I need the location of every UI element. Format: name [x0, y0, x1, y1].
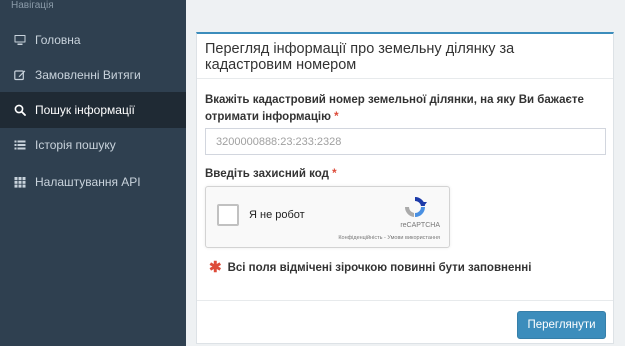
sidebar: Навігація Головна Замовленні Витяги Пошу…: [0, 0, 186, 346]
cadastral-number-label: Вкажіть кадастровий номер земельної діля…: [205, 94, 584, 123]
required-mark: *: [334, 111, 339, 123]
recaptcha-links[interactable]: Конфіденційність - Умови використання: [338, 235, 440, 241]
sidebar-item-label: Пошук інформації: [35, 103, 135, 117]
list-icon: [13, 138, 27, 152]
required-fields-notice: ✱ Всі поля відмічені зірочкою повинні бу…: [209, 259, 532, 276]
sidebar-item-search[interactable]: Пошук інформації: [0, 92, 186, 128]
recaptcha-checkbox-label: Я не робот: [249, 209, 305, 221]
edit-icon: [13, 68, 27, 82]
sidebar-item-api-settings[interactable]: Налаштування API: [0, 164, 186, 200]
recaptcha-brand: reCAPTCHA: [400, 222, 440, 229]
search-icon: [13, 103, 27, 117]
sidebar-item-label: Історія пошуку: [35, 138, 116, 152]
required-mark: *: [332, 168, 337, 180]
panel-footer-divider: [197, 300, 613, 301]
sidebar-item-label: Налаштування API: [35, 175, 141, 189]
sidebar-item-orders[interactable]: Замовленні Витяги: [0, 57, 186, 93]
cadastral-number-input[interactable]: [205, 128, 606, 155]
panel-header-divider: [197, 78, 613, 79]
sidebar-item-label: Замовленні Витяги: [35, 68, 141, 82]
recaptcha-checkbox[interactable]: [217, 204, 239, 226]
sidebar-heading: Навігація: [11, 0, 54, 11]
grid-icon: [13, 175, 27, 189]
recaptcha-logo-icon: [401, 195, 429, 219]
recaptcha-widget: Я не робот reCAPTCHA Конфіденційність - …: [205, 186, 450, 248]
view-button[interactable]: Переглянути: [517, 311, 606, 339]
search-panel: Перегляд інформації про земельну ділянку…: [196, 32, 614, 344]
sidebar-item-history[interactable]: Історія пошуку: [0, 127, 186, 163]
sidebar-item-home[interactable]: Головна: [0, 22, 186, 58]
sidebar-item-label: Головна: [35, 33, 81, 47]
monitor-icon: [13, 33, 27, 47]
page-title: Перегляд інформації про земельну ділянку…: [205, 41, 515, 73]
captcha-label: Введіть захисний код *: [205, 168, 337, 180]
asterisk-icon: ✱: [209, 259, 222, 276]
